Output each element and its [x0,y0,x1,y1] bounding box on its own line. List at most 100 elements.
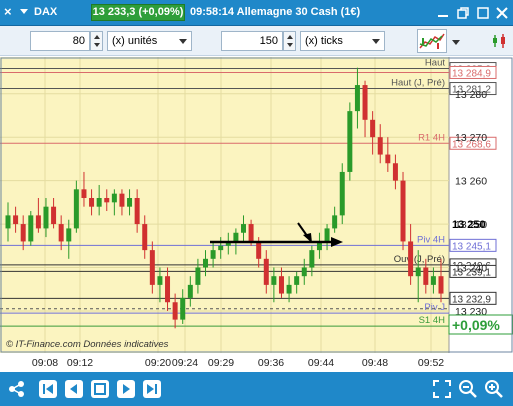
x-tick-label: 09:20 [145,357,171,369]
x-tick-label: 09:52 [418,357,444,369]
candle-body [415,267,421,277]
ticks-input[interactable]: 150 [221,31,283,51]
previous-page-icon[interactable] [64,379,84,399]
candle-body [248,224,254,242]
candle-body [309,250,315,268]
candle-body [89,198,95,207]
level-label: S1 4H [419,315,446,326]
x-tick-label: 09:44 [308,357,334,369]
zoom-out-icon[interactable] [458,379,478,399]
chart-canvas: Haut13 285,813 284,9Haut (J, Pré)13 281,… [0,57,513,353]
x-tick-label: 09:08 [32,357,58,369]
level-label: Haut (J, Pré) [391,78,445,89]
candle-body [354,85,360,112]
candle-body [142,224,148,251]
bottom-nav [0,372,513,406]
candle-body [233,232,239,242]
maximize-icon[interactable] [476,6,490,20]
y-tick-label: 13 260 [455,176,487,188]
candle-body [127,198,133,207]
candle-body [438,276,444,294]
restore-icon[interactable] [456,6,470,20]
units-input[interactable]: 80 [30,31,90,51]
title-bar: × DAX 13 233,3 (+0,09%) 09:58:14 Allemag… [0,0,513,26]
candle-body [362,85,368,120]
zoom-in-icon[interactable] [484,379,504,399]
minimize-icon[interactable] [436,6,450,20]
candle-body [294,276,300,285]
ticks-select[interactable]: (x) ticks [300,31,385,51]
price-badge: 13 233,3 (+0,09%) [91,4,185,21]
price-chart[interactable]: Haut13 285,813 284,9Haut (J, Pré)13 281,… [0,57,513,353]
close-window-icon[interactable] [495,6,509,20]
chart-app: × DAX 13 233,3 (+0,09%) 09:58:14 Allemag… [0,0,513,406]
candle-body [278,276,284,294]
candle-body [203,258,209,268]
candle-body [240,224,246,233]
candle-body [301,267,307,277]
candle-body [324,228,330,242]
chart-icon [419,33,445,49]
candle-body [218,245,224,251]
candle-body [165,276,171,303]
candle-body [149,250,155,285]
candle-body [286,284,292,294]
candle-body [430,276,436,285]
x-tick-label: 09:48 [362,357,388,369]
fullscreen-icon[interactable] [432,379,452,399]
next-page-icon[interactable] [116,379,136,399]
first-page-icon[interactable] [38,379,58,399]
fit-icon[interactable] [90,379,110,399]
chart-type-button[interactable] [417,29,447,53]
candle-body [210,250,216,259]
candle-body [73,189,79,229]
candle-body [111,193,117,203]
candle-body [43,206,49,229]
units-select[interactable]: (x) unités [107,31,192,51]
y-tick-label: 13 270 [455,132,487,144]
share-icon[interactable] [7,379,27,399]
candle-body [119,193,125,207]
candle-body [385,154,391,164]
toolbar: 80 (x) unités 150 (x) ticks [0,26,513,56]
y-tick-label: 13 240 [455,263,487,275]
candle-body [58,224,64,242]
chevron-down-icon[interactable] [452,40,460,45]
level-label: Haut [425,58,445,69]
candle-body [66,228,72,242]
level-value: 13 284,9 [452,68,491,79]
level-label: Piv J [424,302,445,313]
symbol-label[interactable]: DAX [34,6,57,18]
chevron-down-icon[interactable] [20,9,28,14]
ticks-stepper[interactable] [283,31,296,51]
last-page-icon[interactable] [142,379,162,399]
candle-body [271,276,277,285]
time-axis: 09:08 09:12 09:20 09:24 09:29 09:36 09:44 09:48… [0,353,513,372]
x-tick-label: 09:29 [208,357,234,369]
candle-body [332,215,338,229]
instrument-title: 09:58:14 Allemagne 30 Cash (1€) [190,6,361,18]
candle-body [339,171,345,216]
candle-body [377,137,383,155]
level-label: Piv 4H [417,234,445,245]
candle-body [263,258,269,285]
candle-body [20,224,26,242]
candle-body [408,241,414,277]
candle-body [400,180,406,242]
units-stepper[interactable] [90,31,103,51]
close-icon[interactable]: × [4,4,16,20]
drawing-tools-icon[interactable] [492,31,508,51]
candle-body [134,198,140,225]
chevron-down-icon [179,39,187,44]
watermark: © IT-Finance.com Données indicatives [6,339,169,350]
candle-body [256,241,262,259]
level-value: 13 232,9 [452,294,491,305]
level-value: 13 245,1 [452,241,491,252]
candle-body [423,267,429,285]
candle-body [5,215,11,229]
candle-body [81,189,87,198]
candle-body [51,206,57,225]
candle-body [180,297,186,320]
candle-body [35,215,41,229]
candle-body [157,276,163,285]
